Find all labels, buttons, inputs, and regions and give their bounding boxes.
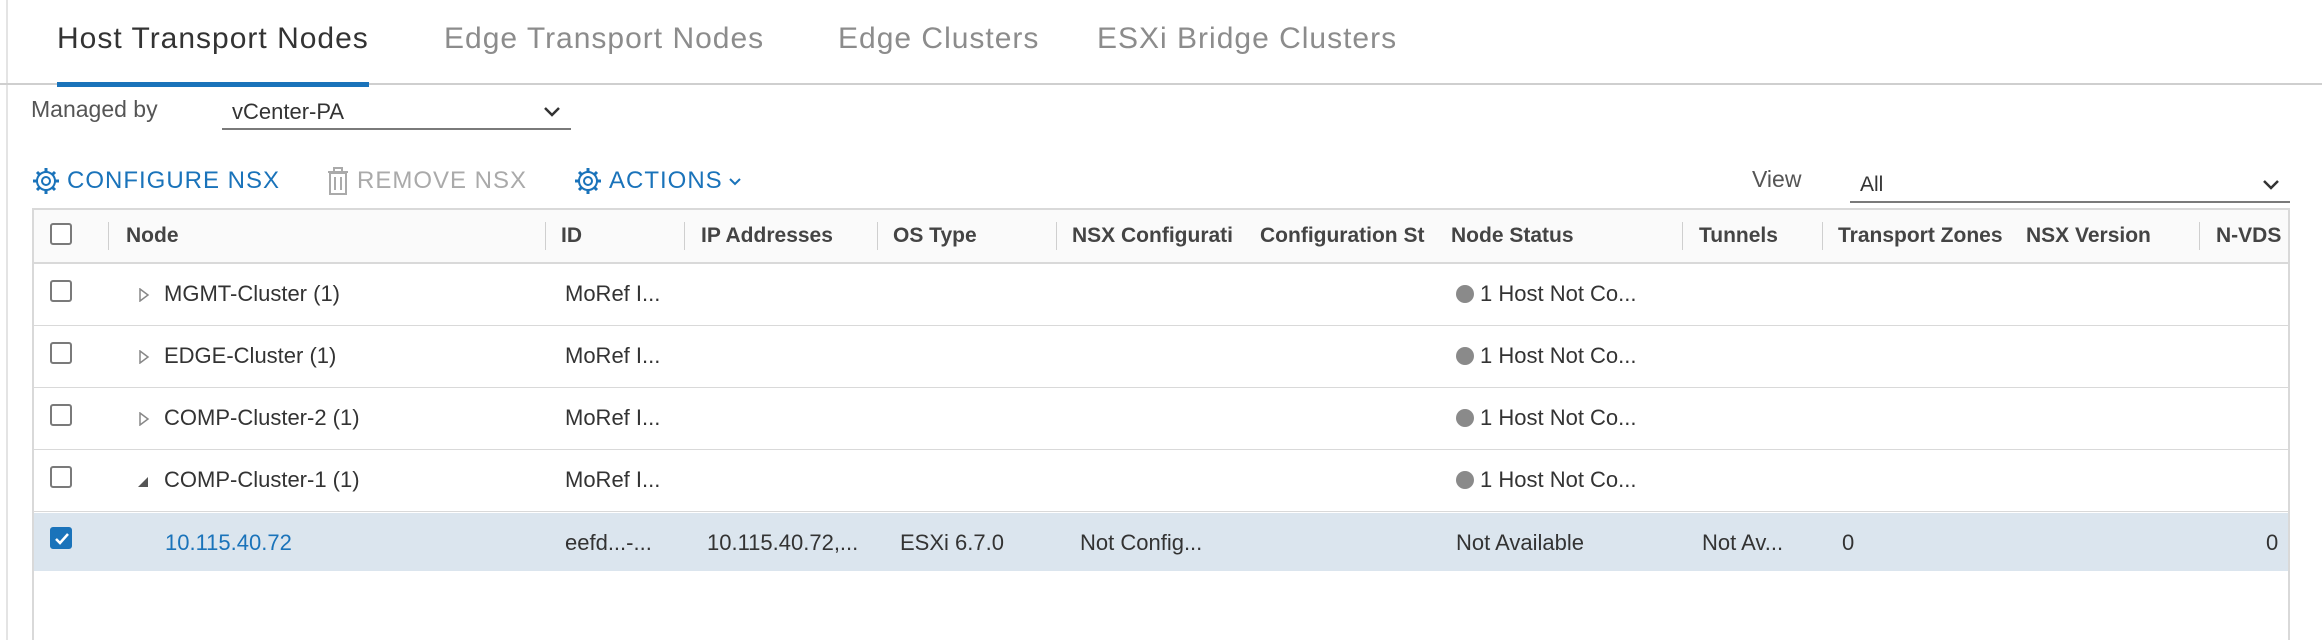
left-border [6,0,8,640]
configure-nsx-button[interactable]: CONFIGURE NSX [31,163,280,199]
managed-by-label: Managed by [31,96,158,122]
column-header-configuration-state[interactable]: Configuration St [1260,210,1434,262]
column-separator [877,222,878,250]
tunnels: Not Av... [1702,530,1784,555]
row-checkbox[interactable] [50,466,72,488]
node-id: MoRef I... [565,467,661,492]
column-separator [1822,222,1823,250]
node-name: COMP-Cluster-1 (1) [164,467,360,492]
node-id: MoRef I... [565,343,661,368]
triangle-right-icon[interactable] [138,288,150,302]
node-status-text: Not Available [1456,530,1585,555]
row-checkbox[interactable] [50,342,72,364]
node-id: eefd...-... [565,530,652,555]
view-filter-value: All [1860,173,1884,196]
status-dot-icon [1456,471,1474,489]
managed-by-value: vCenter-PA [232,99,345,124]
column-header-os-type[interactable]: OS Type [893,210,1053,262]
node-status-text: 1 Host Not Co... [1480,405,1637,430]
node-status: 1 Host Not Co... [1456,281,1637,307]
gear-icon [33,168,59,194]
remove-nsx-button[interactable]: REMOVE NSX [325,163,527,199]
column-header-ip-addresses[interactable]: IP Addresses [701,210,881,262]
tab-label: ESXi Bridge Clusters [1097,22,1398,55]
node-status: 1 Host Not Co... [1456,405,1637,431]
actions-label: ACTIONS [609,167,723,194]
column-header-tunnels[interactable]: Tunnels [1699,210,1819,262]
triangle-right-icon[interactable] [138,412,150,426]
column-header-nsx-version[interactable]: NSX Version [2026,210,2206,262]
column-separator [108,222,109,250]
column-header-node-status[interactable]: Node Status [1451,210,1651,262]
table-row[interactable]: COMP-Cluster-1 (1) MoRef I... 1 Host Not… [34,450,2288,512]
status-dot-icon [1456,347,1474,365]
actions-dropdown-button[interactable]: ACTIONS [573,163,749,199]
column-header-n-vds[interactable]: N-VDS [2216,210,2288,262]
table-row-selected[interactable]: 10.115.40.72 eefd...-... 10.115.40.72,..… [34,513,2288,571]
column-header-nsx-configuration[interactable]: NSX Configurati [1072,210,1244,262]
tab-label: Edge Clusters [838,22,1040,55]
row-checkbox[interactable] [50,527,72,549]
status-dot-icon [1456,409,1474,427]
nsx-configuration: Not Config... [1080,530,1203,555]
table-row[interactable]: COMP-Cluster-2 (1) MoRef I... 1 Host Not… [34,388,2288,450]
node-name: MGMT-Cluster (1) [164,281,340,306]
tab-edge-transport-nodes[interactable]: Edge Transport Nodes [444,22,764,85]
status-dot-icon [1456,285,1474,303]
column-header-node[interactable]: Node [126,210,366,262]
n-vds-count: 0 [2266,530,2279,555]
checkmark-icon [55,533,69,545]
node-id: MoRef I... [565,281,661,306]
node-status-text: 1 Host Not Co... [1480,467,1637,492]
tab-edge-clusters[interactable]: Edge Clusters [838,22,1039,85]
node-status-text: 1 Host Not Co... [1480,343,1637,368]
host-transport-nodes-grid: Node ID IP Addresses OS Type NSX Configu… [32,208,2290,640]
view-filter-select[interactable]: All [1850,165,2290,203]
column-header-transport-zones[interactable]: Transport Zones [1838,210,2016,262]
triangle-right-icon[interactable] [138,350,150,364]
chevron-down-icon [2263,180,2279,190]
tab-host-transport-nodes[interactable]: Host Transport Nodes [57,22,369,87]
tab-label: Host Transport Nodes [57,22,369,55]
os-type: ESXi 6.7.0 [900,530,1004,555]
gear-icon [575,168,601,194]
node-id: MoRef I... [565,405,661,430]
column-separator [1056,222,1057,250]
configure-nsx-label: CONFIGURE NSX [67,167,281,194]
column-header-id[interactable]: ID [561,210,681,262]
row-checkbox[interactable] [50,404,72,426]
ip-addresses: 10.115.40.72,... [707,530,859,555]
chevron-down-icon [544,107,560,117]
table-row[interactable]: MGMT-Cluster (1) MoRef I... 1 Host Not C… [34,264,2288,326]
tab-bar: Host Transport Nodes Edge Transport Node… [0,0,2322,87]
node-status: 1 Host Not Co... [1456,467,1637,493]
column-separator [545,222,546,250]
trash-icon [328,167,348,195]
node-status-text: 1 Host Not Co... [1480,281,1637,306]
select-all-checkbox[interactable] [50,223,72,245]
remove-nsx-label: REMOVE NSX [357,167,528,194]
column-separator [1682,222,1683,250]
node-name: EDGE-Cluster (1) [164,343,337,368]
row-checkbox[interactable] [50,280,72,302]
active-tab-underline [57,82,369,87]
node-name: COMP-Cluster-2 (1) [164,405,360,430]
tab-label: Edge Transport Nodes [444,22,765,55]
node-status: 1 Host Not Co... [1456,343,1637,369]
host-node-link[interactable]: 10.115.40.72 [165,530,292,556]
column-separator [2199,222,2200,250]
column-separator [684,222,685,250]
managed-by-select[interactable]: vCenter-PA [222,96,571,130]
chevron-down-icon [728,178,741,186]
tab-esxi-bridge-clusters[interactable]: ESXi Bridge Clusters [1097,22,1397,85]
transport-zones-count: 0 [1842,530,1855,555]
grid-header: Node ID IP Addresses OS Type NSX Configu… [34,210,2288,264]
table-row[interactable]: EDGE-Cluster (1) MoRef I... 1 Host Not C… [34,326,2288,388]
triangle-down-icon[interactable] [136,476,150,488]
view-label: View [1752,166,1802,192]
